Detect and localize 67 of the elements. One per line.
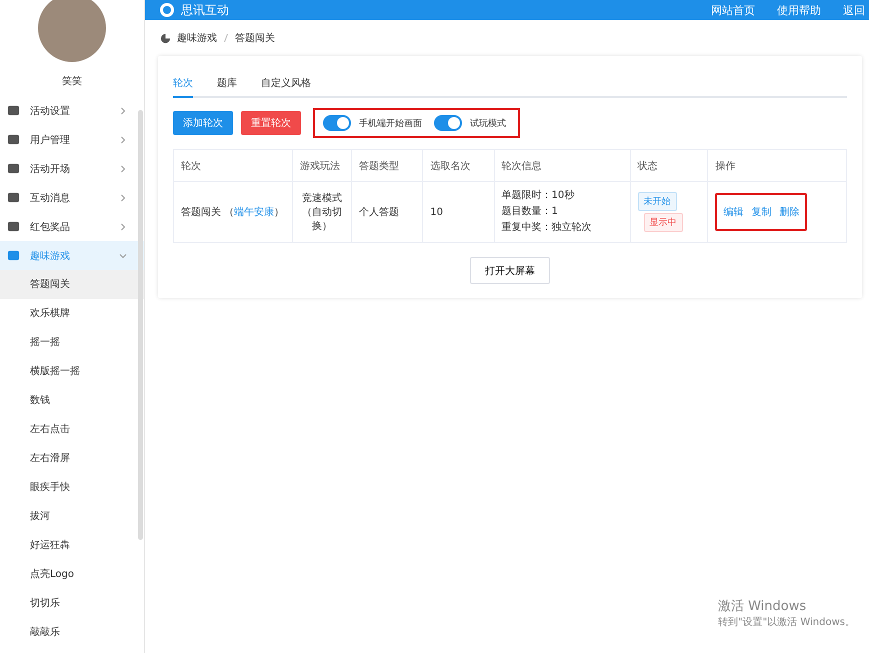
column-header: 轮次 bbox=[174, 150, 292, 182]
switch-label: 手机端开始画面 bbox=[359, 118, 422, 130]
menu-item[interactable]: 用户管理 bbox=[0, 125, 144, 154]
round-info: 单题限时：10秒 bbox=[502, 188, 576, 203]
submenu-item[interactable]: 欢乐棋牌 bbox=[0, 299, 144, 328]
submenu-item[interactable]: 拔河 bbox=[0, 502, 144, 531]
menu-icon bbox=[7, 133, 20, 146]
menu-icon bbox=[7, 249, 20, 262]
submenu-item[interactable]: 横版摇一摇 bbox=[0, 357, 144, 386]
menu-item[interactable]: 活动设置 bbox=[0, 96, 144, 125]
chevron-icon bbox=[118, 222, 128, 232]
action-button[interactable]: 重置轮次 bbox=[241, 111, 301, 135]
menu-icon bbox=[7, 104, 20, 117]
activation-title: 激活 Windows bbox=[718, 598, 808, 615]
column-header: 操作 bbox=[708, 150, 846, 182]
submenu-item[interactable]: 点亮Logo bbox=[0, 560, 144, 589]
round-link[interactable]: 端午安康 bbox=[234, 207, 274, 218]
menu-icon bbox=[7, 220, 20, 233]
submenu-item[interactable]: 切切乐 bbox=[0, 589, 144, 618]
menu-item[interactable]: 活动开场 bbox=[0, 154, 144, 183]
action-link[interactable]: 删除 bbox=[779, 205, 800, 219]
table-cell: 个人答题 bbox=[359, 207, 399, 218]
column-header: 轮次信息 bbox=[494, 150, 630, 182]
status-tag: 显示中 bbox=[644, 213, 683, 232]
toggle-switch[interactable] bbox=[323, 115, 351, 131]
menu-icon bbox=[7, 191, 20, 204]
slash-separator-icon bbox=[223, 33, 229, 43]
action-link[interactable]: 复制 bbox=[751, 205, 772, 219]
round-info: 题目数量：1 bbox=[502, 205, 559, 219]
chevron-icon bbox=[118, 164, 128, 174]
submenu-item[interactable]: 摇一摇 bbox=[0, 328, 144, 357]
submenu-item[interactable]: 左右滑屏 bbox=[0, 444, 144, 473]
chevron-icon bbox=[118, 192, 128, 202]
switch-label: 试玩模式 bbox=[470, 118, 506, 130]
tab[interactable]: 题库 bbox=[217, 70, 237, 98]
menu-item[interactable]: 互动消息 bbox=[0, 183, 144, 212]
table-cell: 10 bbox=[430, 206, 443, 218]
chevron-icon bbox=[118, 106, 128, 116]
action-link[interactable]: 编辑 bbox=[723, 205, 744, 219]
submenu-item[interactable]: 好运狂犇 bbox=[0, 531, 144, 560]
submenu-item[interactable]: 左右点击 bbox=[0, 415, 144, 444]
menu-item[interactable]: 红包奖品 bbox=[0, 212, 144, 241]
column-header: 答题类型 bbox=[352, 150, 423, 182]
breadcrumb-item[interactable]: 趣味游戏 bbox=[177, 31, 217, 45]
submenu-item[interactable]: 数钱 bbox=[0, 386, 144, 415]
column-header: 游戏玩法 bbox=[292, 150, 352, 182]
user-name: 笑笑 bbox=[61, 75, 83, 88]
table-cell: 答题闯关 （端午安康） bbox=[181, 207, 284, 218]
game-icon bbox=[160, 32, 171, 44]
submenu-item[interactable]: 敲敲乐 bbox=[0, 618, 144, 647]
brand-name: 思讯互动 bbox=[181, 2, 229, 18]
status-tag: 未开始 bbox=[638, 192, 677, 211]
toggle-switch[interactable] bbox=[434, 115, 462, 131]
chevron-icon bbox=[118, 134, 128, 144]
submenu-item[interactable]: 眼疾手快 bbox=[0, 473, 144, 502]
open-screen-button[interactable]: 打开大屏幕 bbox=[470, 257, 550, 284]
tab[interactable]: 自定义风格 bbox=[261, 70, 311, 98]
column-header: 状态 bbox=[630, 150, 708, 182]
table-cell: 竞速模式（自动切换） bbox=[302, 193, 342, 232]
submenu-item[interactable]: 答题闯关 bbox=[0, 270, 144, 299]
activation-text: 转到"设置"以激活 Windows。 bbox=[718, 616, 855, 629]
breadcrumb-item[interactable]: 答题闯关 bbox=[235, 31, 275, 45]
tab[interactable]: 轮次 bbox=[173, 70, 193, 98]
column-header: 选取名次 bbox=[422, 150, 494, 182]
scrollbar[interactable] bbox=[138, 110, 143, 540]
round-info: 重复中奖：独立轮次 bbox=[502, 220, 593, 235]
menu-icon bbox=[7, 162, 20, 175]
